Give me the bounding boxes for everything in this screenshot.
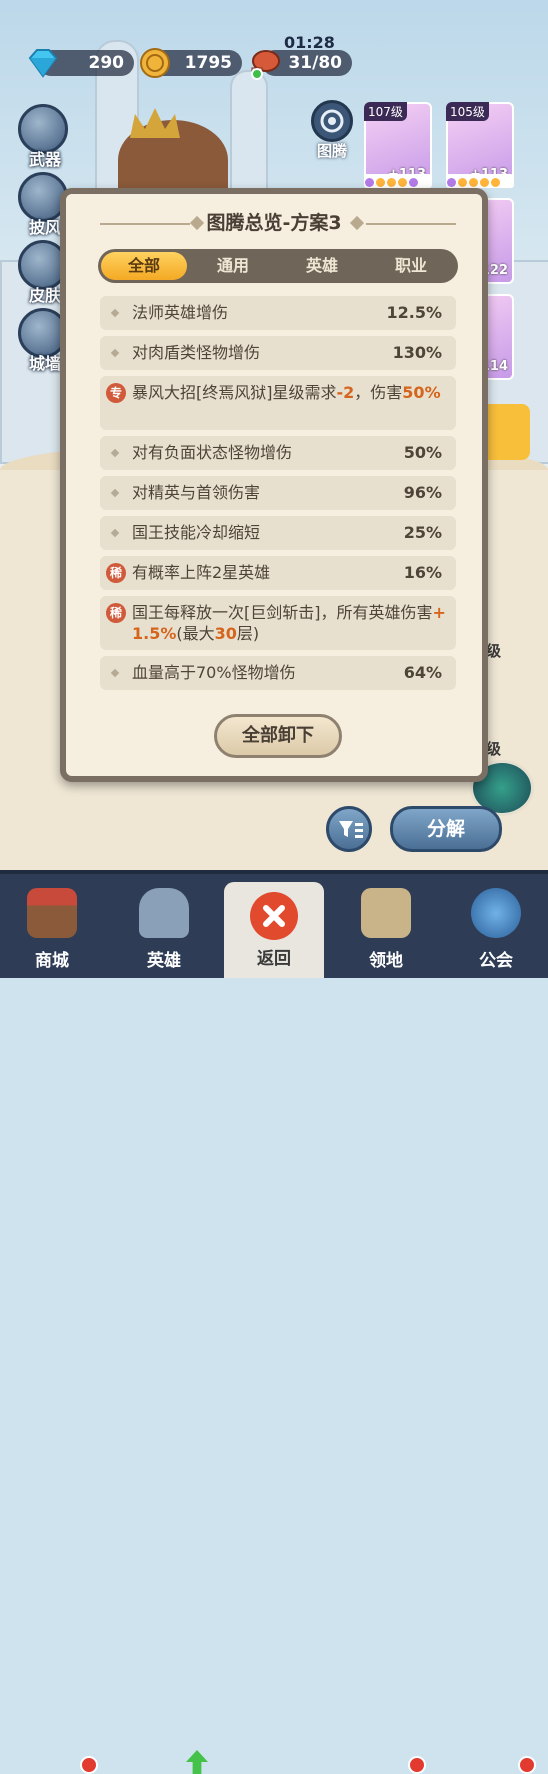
bonus-text-part: (最大 bbox=[176, 624, 215, 643]
bonus-value: 25% bbox=[403, 523, 442, 542]
nav-back-label: 返回 bbox=[257, 949, 291, 969]
bonus-row: 法师英雄增伤 12.5% bbox=[100, 296, 456, 330]
helmet-icon bbox=[139, 888, 189, 938]
card-level: 105级 bbox=[446, 102, 489, 121]
coin-count: 1795 bbox=[184, 53, 232, 73]
dialog-title: 图腾总览-方案3 bbox=[206, 212, 342, 234]
nav-territory-label: 领地 bbox=[369, 951, 403, 971]
coin-icon bbox=[136, 44, 174, 82]
exclusive-badge: 专 bbox=[106, 383, 126, 403]
totem-icon bbox=[320, 109, 344, 133]
nav-back[interactable]: 返回 bbox=[224, 882, 324, 978]
stamina-count: 31/80 bbox=[288, 53, 342, 73]
bonus-value: 64% bbox=[403, 663, 442, 682]
nav-hero-label: 英雄 bbox=[147, 951, 181, 971]
totem-overview-dialog: 图腾总览-方案3 全部 通用 英雄 职业 法师英雄增伤 12.5% 对肉盾类怪物… bbox=[60, 188, 488, 782]
bonus-row: 对肉盾类怪物增伤 130% bbox=[100, 336, 456, 370]
meat-icon bbox=[246, 44, 284, 82]
bullet-icon bbox=[110, 308, 120, 318]
bonus-highlight: + bbox=[432, 603, 446, 622]
bonus-text: 对精英与首领伤害 bbox=[132, 483, 261, 502]
nav-guild[interactable]: 公会 bbox=[446, 874, 546, 978]
side-label: 级 bbox=[486, 740, 502, 758]
totem-button[interactable] bbox=[311, 100, 353, 142]
filter-icon bbox=[339, 821, 363, 838]
bonus-value: 50% bbox=[403, 443, 442, 462]
notification-dot bbox=[518, 1756, 536, 1774]
bonus-text: 暴风大招[终焉风狱]星级需求-2，伤害50% bbox=[132, 383, 441, 403]
totem-label: 图腾 bbox=[316, 142, 347, 160]
bonus-text: 对有负面状态怪物增伤 bbox=[132, 443, 293, 462]
bonus-value: 16% bbox=[403, 563, 442, 582]
gem-count: 290 bbox=[88, 53, 125, 73]
rare-badge: 稀 bbox=[106, 563, 126, 583]
bonus-value: 130% bbox=[392, 343, 442, 362]
bonus-row: 专 暴风大招[终焉风狱]星级需求-2，伤害50% bbox=[100, 376, 456, 430]
tab-all[interactable]: 全部 bbox=[101, 252, 187, 280]
gem-icon bbox=[24, 44, 62, 82]
bonus-row: 血量高于70%怪物增伤 64% bbox=[100, 656, 456, 690]
bonus-highlight: 30 bbox=[214, 624, 237, 643]
bonus-highlight: 1.5% bbox=[132, 624, 177, 643]
bullet-icon bbox=[110, 528, 120, 538]
nav-shop[interactable]: 商城 bbox=[2, 874, 102, 978]
rare-badge: 稀 bbox=[106, 603, 126, 623]
castle-icon bbox=[361, 888, 411, 938]
bonus-text: 法师英雄增伤 bbox=[132, 303, 229, 322]
bonus-row: 对精英与首领伤害 96% bbox=[100, 476, 456, 510]
bonus-text-part: 层) bbox=[236, 624, 260, 643]
side-label: 级 bbox=[486, 642, 502, 660]
bonus-row: 对有负面状态怪物增伤 50% bbox=[100, 436, 456, 470]
card-star-row bbox=[446, 174, 514, 188]
bonus-text: 国王每释放一次[巨剑斩击]，所有英雄伤害+ 1.5%(最大30层) bbox=[132, 602, 448, 644]
bullet-icon bbox=[110, 448, 120, 458]
card-level: 107级 bbox=[364, 102, 407, 121]
bonus-text-part: 暴风大招[终焉风狱]星级需求 bbox=[132, 383, 337, 402]
notification-dot bbox=[408, 1756, 426, 1774]
filter-button[interactable] bbox=[326, 806, 372, 852]
nav-guild-label: 公会 bbox=[479, 951, 513, 971]
nav-shop-label: 商城 bbox=[35, 951, 69, 971]
shop-icon bbox=[27, 888, 77, 938]
bottom-nav: 商城 英雄 返回 领地 公会 bbox=[0, 870, 548, 1774]
nav-territory[interactable]: 领地 bbox=[336, 874, 436, 978]
bonus-text-part: 国王每释放一次[巨剑斩击]，所有英雄伤害 bbox=[132, 603, 433, 622]
weapon-label: 武器 bbox=[28, 150, 61, 169]
tab-general[interactable]: 通用 bbox=[190, 252, 276, 280]
close-icon bbox=[250, 892, 298, 940]
card-star-row bbox=[364, 174, 432, 188]
tab-hero[interactable]: 英雄 bbox=[279, 252, 365, 280]
bonus-text-part: ，伤害 bbox=[354, 383, 403, 402]
bonus-row: 国王技能冷却缩短 25% bbox=[100, 516, 456, 550]
planet-icon bbox=[471, 888, 521, 938]
bonus-value: 96% bbox=[403, 483, 442, 502]
notification-dot bbox=[80, 1756, 98, 1774]
bonus-row: 稀 有概率上阵2星英雄 16% bbox=[100, 556, 456, 590]
upgrade-arrow-icon bbox=[186, 1750, 208, 1774]
bonus-text: 血量高于70%怪物增伤 bbox=[132, 663, 296, 682]
bonus-text: 国王技能冷却缩短 bbox=[132, 523, 261, 542]
bullet-icon bbox=[110, 668, 120, 678]
bonus-highlight: -2 bbox=[336, 383, 355, 402]
bonus-value: 12.5% bbox=[386, 303, 442, 322]
bullet-icon bbox=[110, 348, 120, 358]
title-ornament bbox=[366, 223, 456, 225]
filter-tabs: 全部 通用 英雄 职业 bbox=[98, 249, 458, 283]
tab-class[interactable]: 职业 bbox=[368, 252, 454, 280]
nav-hero[interactable]: 英雄 bbox=[114, 874, 214, 978]
bonus-highlight: 50% bbox=[402, 383, 441, 402]
decompose-button[interactable]: 分解 bbox=[390, 806, 502, 852]
unequip-all-button[interactable]: 全部卸下 bbox=[214, 714, 342, 758]
bonus-text: 对肉盾类怪物增伤 bbox=[132, 343, 261, 362]
bonus-text: 有概率上阵2星英雄 bbox=[132, 563, 271, 582]
bullet-icon bbox=[110, 488, 120, 498]
bonus-row: 稀 国王每释放一次[巨剑斩击]，所有英雄伤害+ 1.5%(最大30层) bbox=[100, 596, 456, 650]
